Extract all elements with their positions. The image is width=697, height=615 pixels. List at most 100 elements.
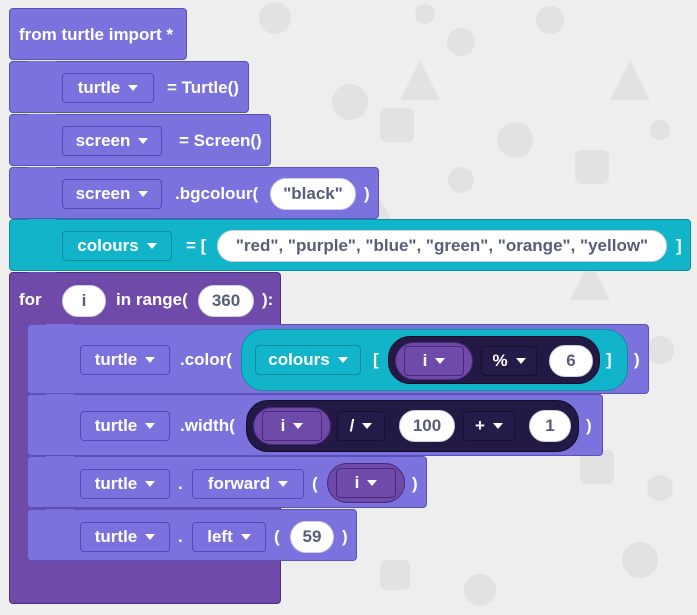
bg-python-shape (332, 84, 368, 120)
variable-dropdown[interactable]: i (262, 411, 322, 441)
variable-dropdown[interactable]: turtle (80, 522, 170, 552)
bg-square-shape (380, 108, 414, 142)
string-input[interactable]: "black" (270, 178, 356, 210)
import-block[interactable]: from turtle import * (9, 8, 187, 60)
list-variable-dropdown[interactable]: colours (255, 345, 361, 375)
method-text: .color( (180, 350, 232, 369)
close-paren-colon: ): (262, 290, 274, 309)
caret-down-icon (145, 534, 156, 540)
modulo-reporter[interactable]: i % 6 (388, 336, 600, 384)
open-paren: ( (312, 474, 318, 493)
bg-circle-shape (259, 2, 291, 34)
variable-name: turtle (94, 416, 138, 435)
open-bracket: [ (373, 350, 379, 369)
loop-variable-input[interactable]: i (62, 285, 106, 317)
variable-dropdown[interactable]: turtle (80, 469, 170, 499)
bg-target-shape (647, 475, 673, 501)
variable-name: turtle (94, 527, 138, 546)
bg-python-shape (497, 122, 533, 158)
operator-dropdown[interactable]: % (481, 346, 537, 376)
variable-name: colours (77, 236, 139, 255)
bg-square-shape (575, 150, 609, 184)
forward-call-block[interactable]: turtle . forward ( i ) (27, 456, 427, 508)
variable-dropdown[interactable]: turtle (80, 345, 170, 375)
assign-turtle-block[interactable]: turtle = Turtle() (9, 61, 249, 113)
i-variable-reporter[interactable]: i (327, 463, 405, 503)
i-variable-reporter[interactable]: i (253, 407, 331, 445)
operator-symbol: + (475, 416, 485, 435)
for-keyword: for (19, 290, 42, 309)
operator-dropdown[interactable]: / (337, 411, 385, 441)
method-dropdown[interactable]: left (192, 522, 266, 552)
close-bracket: ] (606, 350, 612, 369)
bg-target-shape (447, 28, 475, 56)
variable-dropdown[interactable]: turtle (80, 411, 170, 441)
variable-name: i (280, 416, 286, 435)
color-call-block[interactable]: turtle .color( colours [ i % 6 ] ) (27, 324, 649, 394)
variable-dropdown[interactable]: colours (62, 231, 172, 261)
variable-dropdown[interactable]: turtle (62, 73, 154, 103)
number-input[interactable]: 59 (290, 521, 334, 553)
bg-square-shape (380, 560, 410, 590)
caret-down-icon (362, 423, 373, 429)
caret-down-icon (515, 358, 526, 364)
close-bracket: ] (676, 236, 682, 255)
caret-down-icon (128, 85, 139, 91)
colours-list-block[interactable]: colours = [ "red", "purple", "blue", "gr… (9, 219, 691, 271)
method-dropdown[interactable]: forward (192, 469, 304, 499)
caret-down-icon (337, 357, 348, 363)
left-call-block[interactable]: turtle . left ( 59 ) (27, 509, 357, 561)
assign-text: = Turtle() (167, 78, 239, 97)
close-paren: ) (364, 184, 370, 203)
operator-symbol: % (492, 351, 508, 370)
number-input[interactable]: 100 (399, 410, 455, 442)
caret-down-icon (367, 480, 378, 486)
bg-target-shape (646, 336, 674, 364)
caret-down-icon (138, 191, 149, 197)
method-text: .width( (180, 416, 235, 435)
caret-down-icon (146, 243, 157, 249)
operator-dropdown[interactable]: + (463, 411, 515, 441)
caret-down-icon (145, 357, 156, 363)
caret-down-icon (293, 423, 304, 429)
import-text: from turtle import * (19, 25, 173, 44)
method-text: .bgcolour( (175, 184, 259, 203)
caret-down-icon (435, 358, 446, 364)
caret-down-icon (240, 534, 251, 540)
open-paren: ( (274, 527, 280, 546)
in-range-text: in range( (116, 290, 188, 309)
variable-name: screen (75, 184, 131, 203)
bg-star-shape (415, 4, 435, 24)
assign-text: = Screen() (179, 131, 262, 150)
dot-text: . (178, 527, 183, 546)
number-input[interactable]: 6 (549, 345, 593, 377)
i-variable-reporter[interactable]: i (395, 342, 473, 380)
assign-bracket-text: = [ (186, 236, 207, 255)
bg-python-shape (464, 574, 496, 606)
variable-dropdown[interactable]: screen (62, 179, 162, 209)
list-index-reporter[interactable]: colours [ i % 6 ] (241, 329, 628, 391)
caret-down-icon (145, 423, 156, 429)
range-count-input[interactable]: 360 (198, 285, 254, 317)
list-items-input[interactable]: "red", "purple", "blue", "green", "orang… (217, 230, 667, 262)
close-paren: ) (412, 474, 418, 493)
bg-star-shape (650, 120, 670, 140)
operator-symbol: / (349, 416, 355, 435)
variable-dropdown[interactable]: i (336, 468, 396, 498)
variable-name: colours (268, 350, 330, 369)
caret-down-icon (138, 138, 149, 144)
variable-name: screen (75, 131, 131, 150)
number-input[interactable]: 1 (529, 410, 571, 442)
width-call-block[interactable]: turtle .width( i / 100 + 1 ) (27, 394, 603, 456)
close-paren: ) (342, 527, 348, 546)
variable-dropdown[interactable]: i (404, 346, 464, 376)
variable-name: turtle (94, 350, 138, 369)
variable-dropdown[interactable]: screen (62, 126, 162, 156)
bgcolour-block[interactable]: screen .bgcolour( "black" ) (9, 167, 379, 219)
bg-triangle-shape (610, 60, 650, 100)
assign-screen-block[interactable]: screen = Screen() (9, 114, 271, 166)
bg-triangle-shape (400, 60, 440, 100)
method-name: forward (207, 474, 271, 493)
expression-reporter[interactable]: i / 100 + 1 (246, 400, 579, 452)
variable-name: turtle (77, 78, 121, 97)
